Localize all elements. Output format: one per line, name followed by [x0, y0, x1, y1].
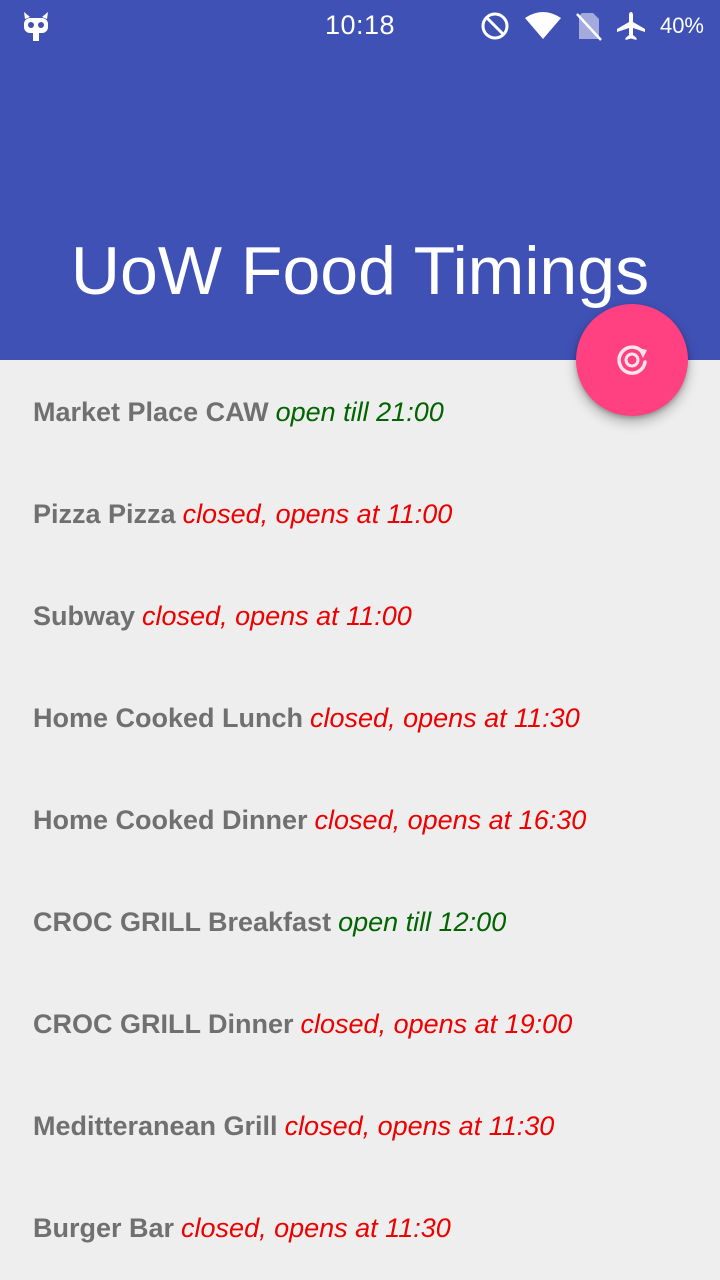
venue-status: closed, opens at 11:00 — [142, 601, 412, 631]
venue-name: Pizza Pizza — [33, 499, 176, 529]
list-item[interactable]: CROC GRILL Dinner closed, opens at 19:00 — [0, 972, 720, 1074]
app-screen: 10:18 40% UoW Food Timings Market Place … — [0, 0, 720, 1280]
status-bar: 10:18 40% — [0, 0, 720, 52]
venue-status: open till 12:00 — [338, 907, 507, 937]
list-item[interactable]: Home Cooked Dinner closed, opens at 16:30 — [0, 768, 720, 870]
venue-status: closed, opens at 19:00 — [300, 1009, 573, 1039]
venue-status: closed, opens at 11:30 — [181, 1213, 451, 1243]
venue-status: closed, opens at 11:30 — [310, 703, 580, 733]
no-sim-icon — [576, 13, 602, 41]
venue-status: closed, opens at 16:30 — [314, 805, 587, 835]
venue-list: Market Place CAW open till 21:00 Pizza Piz… — [0, 360, 720, 1278]
venue-status: closed, opens at 11:00 — [182, 499, 453, 529]
venue-name: Subway — [33, 601, 136, 631]
list-item[interactable]: Pizza Pizza closed, opens at 11:00 — [0, 462, 720, 564]
venue-name: CROC GRILL Dinner — [33, 1009, 294, 1039]
venue-status: closed, opens at 11:30 — [284, 1111, 555, 1141]
do-not-disturb-icon — [481, 12, 509, 40]
page-title: UoW Food Timings — [70, 233, 650, 309]
venue-name: Home Cooked Dinner — [33, 805, 308, 835]
refresh-button[interactable] — [576, 304, 688, 416]
list-item[interactable]: Burger Bar closed, opens at 11:30 — [0, 1176, 720, 1278]
list-item[interactable]: Subway closed, opens at 11:00 — [0, 564, 720, 666]
status-icons: 40% — [480, 10, 704, 42]
refresh-icon — [617, 345, 647, 375]
venue-name: Burger Bar — [33, 1213, 175, 1243]
venue-name: CROC GRILL Breakfast — [33, 907, 332, 937]
list-item[interactable]: Home Cooked Lunch closed, opens at 11:30 — [0, 666, 720, 768]
airplane-mode-icon — [616, 12, 645, 40]
venue-name: Meditteranean Grill — [33, 1111, 278, 1141]
venue-name: Home Cooked Lunch — [33, 703, 304, 733]
venue-status: open till 21:00 — [275, 397, 444, 427]
wifi-icon — [524, 12, 561, 39]
list-item[interactable]: Meditteranean Grill closed, opens at 11:3… — [0, 1074, 720, 1176]
list-item[interactable]: CROC GRILL Breakfast open till 12:00 — [0, 870, 720, 972]
app-bar: 10:18 40% UoW Food Timings — [0, 0, 720, 360]
battery-percentage: 40% — [659, 13, 704, 38]
venue-name: Market Place CAW — [33, 397, 269, 427]
